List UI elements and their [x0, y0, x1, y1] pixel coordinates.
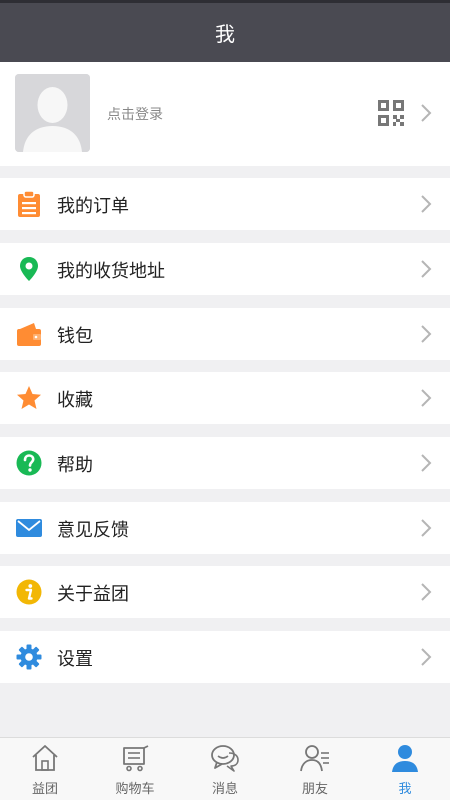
tab-label: 消息 [211, 782, 238, 797]
menu-item-wallet[interactable]: 钱包 [0, 308, 450, 360]
tab-messages[interactable]: 消息 [180, 738, 270, 800]
qr-code-icon[interactable] [378, 100, 404, 126]
friends-icon [300, 743, 330, 773]
chat-icon [210, 743, 240, 773]
gear-icon [16, 644, 42, 670]
tab-label: 益团 [31, 782, 58, 797]
chevron-right-icon [420, 260, 432, 278]
tab-home[interactable]: 益团 [0, 738, 90, 800]
chevron-right-icon [420, 583, 432, 601]
menu-item-label: 钱包 [57, 326, 93, 347]
wallet-icon [16, 321, 42, 347]
menu-item-settings[interactable]: 设置 [0, 631, 450, 683]
person-icon [390, 743, 420, 773]
menu-item-label: 帮助 [57, 455, 93, 476]
menu-item-about[interactable]: 关于益团 [0, 566, 450, 618]
location-pin-icon [16, 256, 42, 282]
avatar[interactable] [15, 74, 90, 152]
chevron-right-icon [420, 454, 432, 472]
menu-item-label: 设置 [57, 649, 93, 670]
bottom-tab-bar: 益团 购物车 消息 朋友 我 [0, 737, 450, 800]
tab-label: 朋友 [301, 782, 328, 797]
menu-item-label: 意见反馈 [57, 520, 129, 541]
menu-item-favorites[interactable]: 收藏 [0, 372, 450, 424]
top-bar: 我 [0, 0, 450, 62]
chevron-right-icon [420, 195, 432, 213]
menu-item-label: 我的收货地址 [57, 261, 165, 282]
help-icon [16, 450, 42, 476]
clipboard-icon [16, 190, 42, 217]
menu-item-address[interactable]: 我的收货地址 [0, 243, 450, 295]
login-link[interactable]: 点击登录 [107, 104, 163, 124]
menu-item-feedback[interactable]: 意见反馈 [0, 502, 450, 554]
profile-section[interactable]: 点击登录 [0, 62, 450, 166]
tab-label: 购物车 [115, 782, 155, 797]
cart-icon [120, 743, 150, 773]
tab-me[interactable]: 我 [360, 738, 450, 800]
chevron-right-icon [420, 104, 432, 122]
tab-cart[interactable]: 购物车 [90, 738, 180, 800]
menu-item-orders[interactable]: 我的订单 [0, 178, 450, 230]
info-icon [16, 579, 42, 605]
chevron-right-icon [420, 648, 432, 666]
menu-item-help[interactable]: 帮助 [0, 437, 450, 489]
chevron-right-icon [420, 389, 432, 407]
chevron-right-icon [420, 519, 432, 537]
mail-icon [16, 515, 42, 541]
menu-item-label: 关于益团 [57, 584, 129, 605]
star-icon [16, 385, 42, 411]
page-title: 我 [215, 22, 235, 46]
menu-item-label: 我的订单 [57, 196, 129, 217]
tab-label: 我 [398, 782, 412, 797]
avatar-placeholder-icon [15, 74, 90, 152]
menu-item-label: 收藏 [57, 390, 93, 411]
home-icon [30, 743, 60, 773]
tab-friends[interactable]: 朋友 [270, 738, 360, 800]
chevron-right-icon [420, 325, 432, 343]
